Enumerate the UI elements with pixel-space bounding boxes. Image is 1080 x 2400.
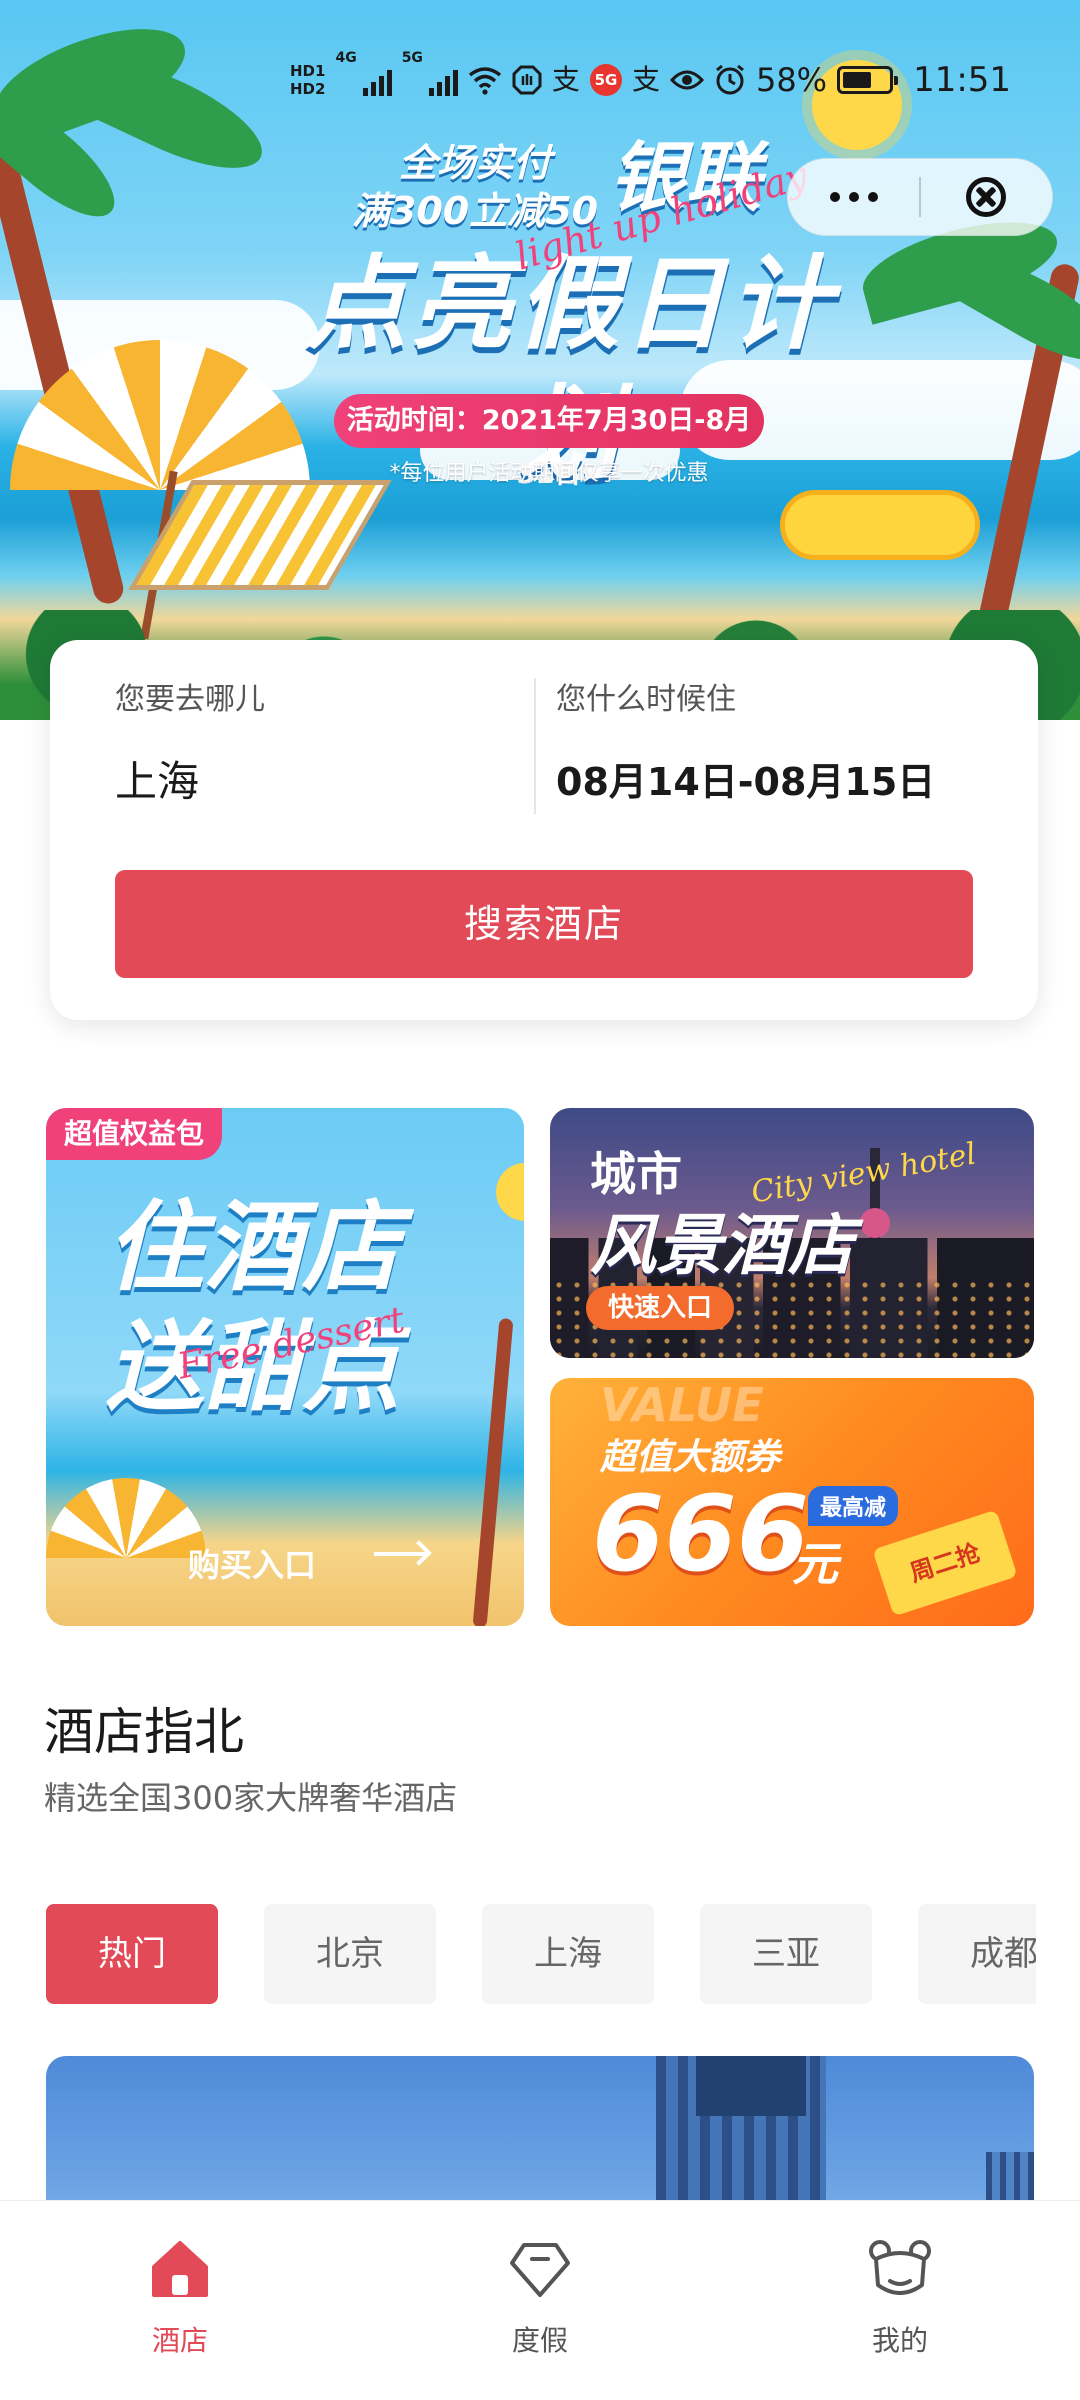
coupon-ghost-text: VALUE: [600, 1378, 764, 1432]
tab-chengdu[interactable]: 成都: [918, 1904, 1036, 2004]
tab-vacation[interactable]: 度假: [440, 2201, 640, 2400]
destination-field[interactable]: 您要去哪儿 上海: [115, 680, 515, 810]
hotel-home-page: 全场实付 满300立减50 银联 点亮假日计划 light up holiday…: [0, 0, 1080, 2400]
tab-hot[interactable]: 热门: [46, 1904, 218, 2004]
status-bar: HD1 HD2 4G 5G 支 5G 支 58% 11:51: [0, 50, 1080, 110]
banner-offer-line1: 全场实付: [398, 141, 551, 185]
network-type-1: 4G: [335, 50, 357, 66]
alarm-icon: [716, 64, 744, 95]
buy-entry-label: 购买入口: [188, 1546, 317, 1584]
dessert-promo-title: 住酒店 送甜点: [106, 1188, 486, 1428]
more-button[interactable]: [788, 158, 919, 236]
cellular-signal-icon: [362, 64, 392, 96]
hand-icon: [512, 65, 542, 95]
banner-note: *每位用户活动期间仅享一次优惠: [389, 461, 709, 486]
bear-face-icon: [869, 2240, 931, 2295]
hd2-label: HD2: [290, 80, 326, 98]
coupon-amount: 666: [592, 1473, 810, 1595]
alipay-icon: 支: [551, 63, 580, 96]
dessert-title-line1: 住酒店: [106, 1191, 401, 1305]
tab-vacation-label: 度假: [511, 2324, 568, 2357]
mini-program-capsule: [787, 158, 1053, 236]
5g-icon: 5G: [589, 64, 622, 96]
max-discount-badge: 最高减: [808, 1486, 899, 1526]
eye-icon: [669, 70, 704, 90]
hd-indicator: HD1 HD2: [290, 62, 325, 98]
city-view-title: 风景酒店: [590, 1207, 854, 1284]
field-divider: [534, 678, 536, 814]
coupon-promo-tile[interactable]: VALUE 超值大额券 666 元 最高减 周二抢: [550, 1378, 1034, 1626]
close-button[interactable]: [921, 158, 1052, 236]
city-view-hotel-tile[interactable]: 城市 City view hotel 风景酒店 快速入口: [550, 1108, 1034, 1358]
swim-float: [780, 490, 980, 560]
close-circle-icon: [966, 177, 1007, 217]
tab-shanghai[interactable]: 上海: [482, 1904, 654, 2004]
section-subtitle: 精选全国300家大牌奢华酒店: [44, 1779, 458, 1817]
sun-illustration: [496, 1163, 524, 1221]
alipay-icon: 支: [631, 63, 660, 96]
tab-mine-label: 我的: [871, 2324, 928, 2357]
city-tabs: 热门 北京 上海 三亚 成都: [46, 1904, 1036, 2004]
dessert-promo-tile[interactable]: 超值权益包 住酒店 送甜点 Free dessert 购买入口: [46, 1108, 524, 1626]
hd1-label: HD1: [290, 62, 326, 80]
beach-umbrella: [46, 1478, 206, 1558]
date-field[interactable]: 您什么时候住 08月14日-08月15日: [556, 680, 996, 810]
banner-period: 活动时间：2021年7月30日-8月31日: [334, 394, 764, 490]
wifi-icon: [468, 67, 502, 95]
tab-hotel[interactable]: 酒店: [80, 2201, 280, 2400]
hotel-building-top: [696, 2056, 806, 2116]
tab-mine[interactable]: 我的: [800, 2201, 1000, 2400]
arrow-right-icon: [374, 1552, 426, 1556]
battery-icon: [837, 66, 899, 94]
section-title: 酒店指北: [44, 1703, 244, 1761]
clock: 11:51: [913, 60, 1012, 100]
bottom-tab-bar: 酒店 度假 我的: [0, 2200, 1080, 2400]
date-label: 您什么时候住: [556, 682, 736, 717]
date-value: 08月14日-08月15日: [556, 760, 936, 804]
value-pack-badge: 超值权益包: [46, 1108, 223, 1160]
destination-label: 您要去哪儿: [115, 682, 265, 717]
battery-percent: 58%: [755, 61, 828, 99]
cellular-signal-icon: [428, 64, 458, 96]
tab-beijing[interactable]: 北京: [264, 1904, 436, 2004]
more-dots-icon: [829, 192, 878, 202]
home-icon: [152, 2241, 208, 2297]
search-card: 您要去哪儿 上海 您什么时候住 08月14日-08月15日 搜索酒店: [50, 640, 1038, 1020]
network-type-2: 5G: [401, 50, 423, 66]
coupon-unit: 元: [792, 1537, 838, 1591]
tab-hotel-label: 酒店: [151, 2324, 208, 2357]
destination-value: 上海: [115, 757, 200, 806]
tuesday-ticket: 周二抢: [872, 1509, 1018, 1617]
tab-sanya[interactable]: 三亚: [700, 1904, 872, 2004]
search-hotel-button[interactable]: 搜索酒店: [115, 870, 973, 978]
gem-icon: [510, 2243, 570, 2297]
quick-entry-button[interactable]: 快速入口: [586, 1286, 735, 1330]
status-icons: HD1 HD2 4G 5G 支 5G 支 58% 11:51: [290, 50, 1011, 110]
